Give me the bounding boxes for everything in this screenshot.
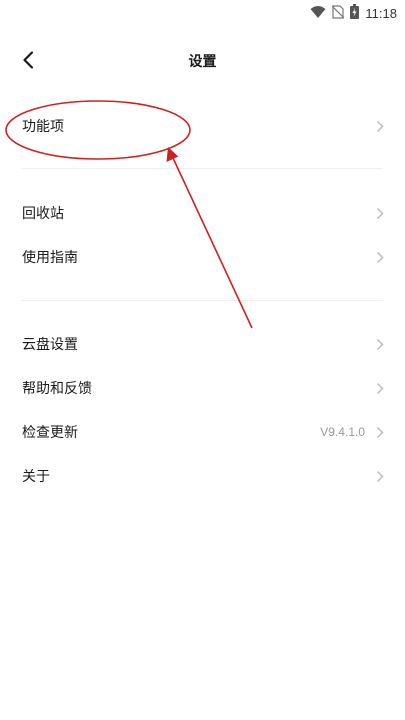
version-label: V9.4.1.0 [320, 425, 365, 439]
chevron-right-icon [375, 250, 385, 264]
status-bar: 11:18 [0, 0, 405, 26]
menu-item-label: 回收站 [22, 206, 64, 222]
menu-item-label: 帮助和反馈 [22, 381, 92, 397]
menu-item-features[interactable]: 功能项 [0, 104, 405, 148]
divider [22, 168, 383, 169]
menu-item-user-guide[interactable]: 使用指南 [0, 235, 405, 279]
divider [22, 300, 383, 301]
chevron-right-icon [375, 337, 385, 351]
menu-item-label: 检查更新 [22, 425, 78, 441]
chevron-right-icon [375, 119, 385, 133]
status-icons: 11:18 [310, 3, 397, 23]
status-time: 11:18 [365, 5, 397, 21]
menu-item-label: 云盘设置 [22, 337, 78, 353]
nav-bar: 设置 [0, 40, 405, 84]
menu-item-label: 功能项 [22, 119, 64, 135]
chevron-right-icon [375, 469, 385, 483]
menu-item-about[interactable]: 关于 [0, 454, 405, 498]
menu-item-label: 使用指南 [22, 250, 78, 266]
chevron-right-icon [375, 425, 385, 439]
battery-icon [350, 3, 360, 23]
menu-item-label: 关于 [22, 469, 50, 485]
page-title: 设置 [188, 54, 217, 70]
menu-item-check-update[interactable]: 检查更新 V9.4.1.0 [0, 410, 405, 454]
annotation-arrow-head-icon [166, 147, 179, 162]
menu-item-recycle-bin[interactable]: 回收站 [0, 191, 405, 235]
chevron-right-icon [375, 206, 385, 220]
menu-item-cloud-settings[interactable]: 云盘设置 [0, 322, 405, 366]
no-sim-icon [331, 4, 345, 23]
menu-item-help-feedback[interactable]: 帮助和反馈 [0, 366, 405, 410]
wifi-icon [310, 4, 326, 23]
chevron-right-icon [375, 381, 385, 395]
